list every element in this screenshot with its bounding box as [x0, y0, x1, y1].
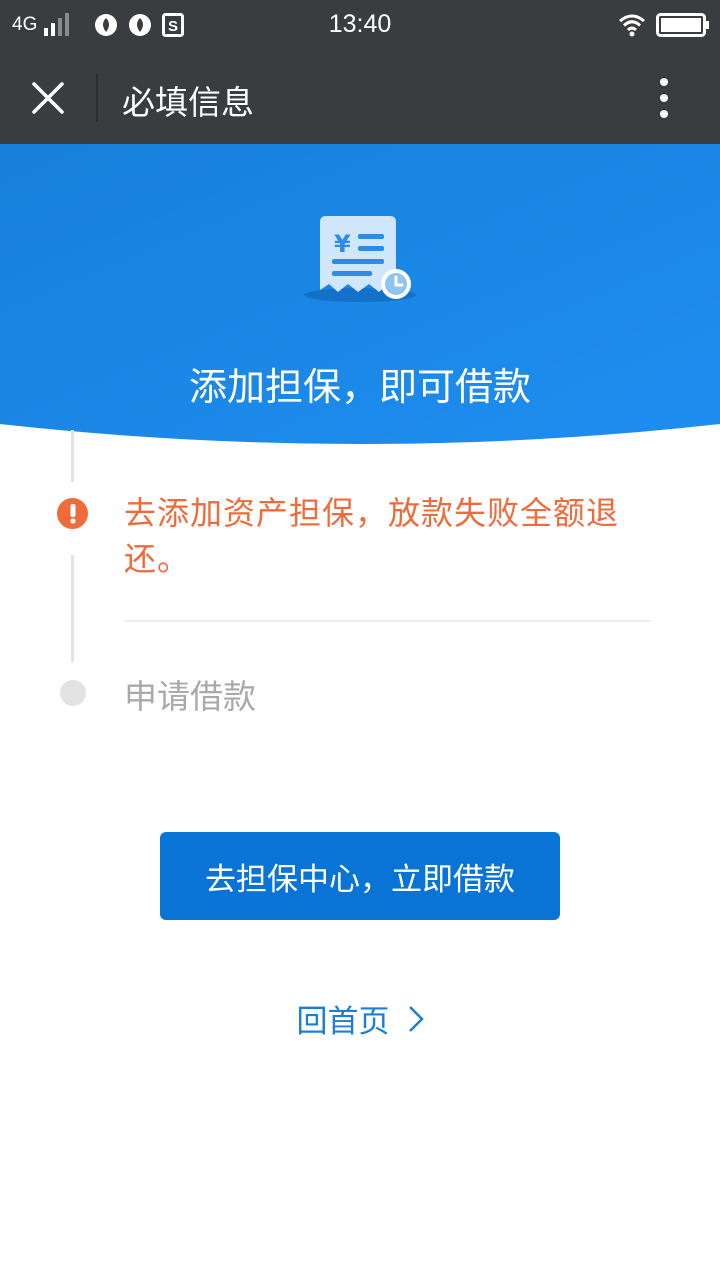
step-divider [124, 620, 651, 622]
step-connector-middle [71, 555, 74, 662]
step-pending-indicator [60, 680, 86, 706]
network-type: 4G [12, 14, 38, 35]
svg-text:S: S [168, 18, 178, 35]
back-home-label: 回首页 [296, 1004, 390, 1040]
back-home-link[interactable]: 回首页 [0, 996, 720, 1041]
go-guarantee-center-button[interactable]: 去担保中心，立即借款 [160, 832, 560, 920]
title-bar: 必填信息 [0, 52, 720, 144]
title-divider [96, 74, 98, 122]
wifi-icon [619, 14, 645, 37]
step-warning-indicator [57, 498, 88, 529]
step-apply-loan-text: 申请借款 [124, 677, 256, 716]
step-add-guarantee-text: 去添加资产担保，放款失败全额退还。 [124, 494, 620, 578]
chevron-right-icon [408, 1005, 424, 1033]
app-notification-icon [129, 14, 151, 36]
page-title: 必填信息 [122, 83, 254, 122]
app-notification-icon [95, 14, 117, 36]
status-bar: 4G S 13:40 [0, 0, 720, 52]
hero-title: 添加担保，即可借款 [188, 365, 531, 409]
step-connector-top [71, 430, 74, 482]
hero-banner: ¥ 添加担保，即可借款 [0, 144, 720, 444]
close-button[interactable] [22, 72, 74, 124]
close-icon [32, 82, 64, 114]
sim-s-icon: S [162, 13, 184, 37]
receipt-yen-clock-icon: ¥ [304, 216, 416, 302]
more-vertical-icon [660, 78, 668, 118]
more-options-button[interactable] [640, 72, 688, 124]
signal-icon [44, 13, 69, 36]
svg-text:¥: ¥ [334, 230, 351, 258]
exclamation-icon [69, 503, 76, 524]
battery-icon [656, 13, 709, 37]
